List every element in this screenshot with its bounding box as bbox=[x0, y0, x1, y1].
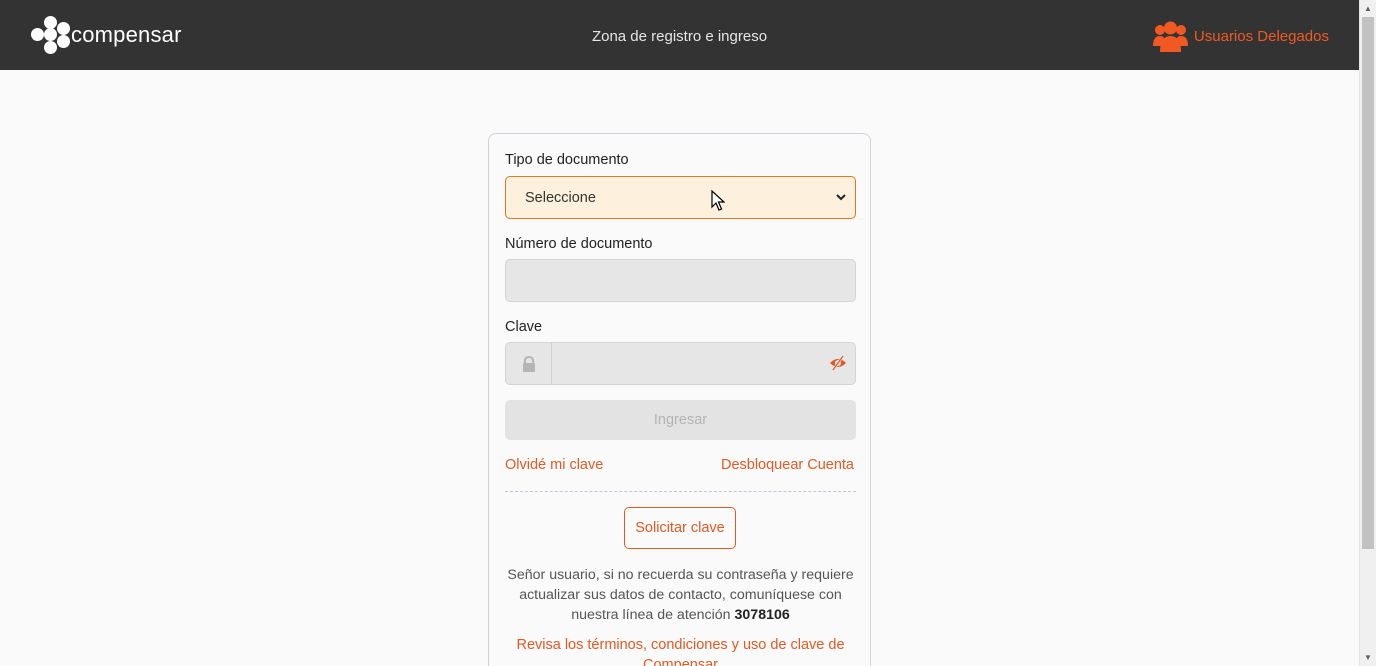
lock-icon-box bbox=[506, 343, 552, 384]
unlock-account-link[interactable]: Desbloquear Cuenta bbox=[721, 457, 854, 473]
help-phone-number: 3078106 bbox=[734, 607, 790, 623]
help-info-message: Señor usuario, si no recuerda su contras… bbox=[507, 567, 854, 623]
lock-icon bbox=[522, 355, 535, 372]
eye-slash-icon bbox=[830, 355, 846, 371]
doc-type-value: Seleccione bbox=[525, 189, 596, 206]
doc-type-label: Tipo de documento bbox=[505, 152, 629, 168]
divider bbox=[505, 491, 856, 492]
login-button[interactable]: Ingresar bbox=[505, 400, 856, 440]
request-password-button[interactable]: Solicitar clave bbox=[624, 507, 736, 549]
scrollbar-thumb[interactable] bbox=[1362, 17, 1374, 549]
scroll-down-arrow-icon[interactable]: ▼ bbox=[1360, 649, 1376, 666]
users-group-icon bbox=[1152, 21, 1188, 52]
help-info-text: Señor usuario, si no recuerda su contras… bbox=[505, 565, 856, 625]
mouse-cursor-icon bbox=[711, 190, 725, 211]
toggle-password-button[interactable] bbox=[829, 355, 847, 376]
password-label: Clave bbox=[505, 319, 543, 335]
top-navbar: compensar Zona de registro e ingreso Usu… bbox=[0, 0, 1359, 70]
chevron-down-icon bbox=[836, 194, 846, 201]
terms-link[interactable]: Revisa los términos, condiciones y uso d… bbox=[505, 635, 856, 666]
password-field[interactable] bbox=[505, 342, 856, 385]
vertical-scrollbar[interactable]: ▲ ▼ bbox=[1359, 0, 1376, 666]
scroll-up-arrow-icon[interactable]: ▲ bbox=[1360, 0, 1376, 17]
doc-number-label: Número de documento bbox=[505, 236, 653, 252]
login-card: Tipo de documento Seleccione Número de d… bbox=[488, 133, 871, 666]
doc-type-select[interactable]: Seleccione bbox=[505, 176, 856, 219]
delegated-users-label: Usuarios Delegados bbox=[1193, 28, 1329, 45]
doc-number-input[interactable] bbox=[505, 259, 856, 302]
delegated-users-link[interactable]: Usuarios Delegados bbox=[1152, 20, 1329, 53]
forgot-password-link[interactable]: Olvidé mi clave bbox=[505, 457, 603, 473]
